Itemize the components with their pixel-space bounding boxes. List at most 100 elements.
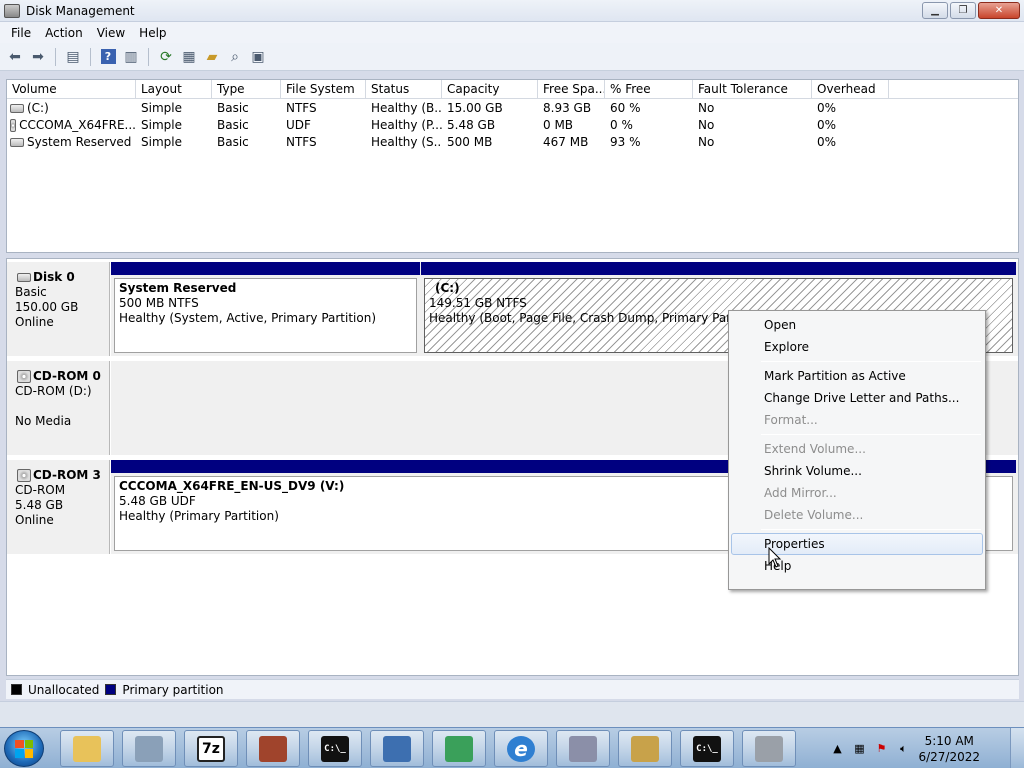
start-button[interactable] — [4, 730, 44, 767]
table-cell: 15.00 GB — [447, 101, 503, 115]
open-button[interactable]: ▰ — [202, 47, 222, 67]
table-cell: Simple — [141, 101, 182, 115]
menu-help[interactable]: Help — [132, 26, 173, 40]
partition-box[interactable]: System Reserved 500 MB NTFS Healthy (Sys… — [114, 278, 417, 353]
rescan-button[interactable]: ▦ — [179, 47, 199, 67]
restore-icon: ❐ — [958, 5, 968, 16]
show-hidden-icons-icon[interactable]: ▲ — [830, 742, 844, 756]
table-row[interactable]: CCCOMA_X64FRE... Simple Basic UDF Healthy (P… — [7, 117, 1018, 134]
volume-icon[interactable]: 🔈︎ — [896, 742, 910, 756]
taskbar-app-download[interactable] — [432, 730, 486, 767]
disk-name: CD-ROM 0 — [33, 369, 101, 383]
restore-button[interactable]: ❐ — [950, 2, 976, 19]
menu-separator — [761, 529, 981, 530]
column-header-free-spa[interactable]: Free Spa... — [538, 80, 605, 99]
menu-file[interactable]: File — [4, 26, 38, 40]
primary-partition-swatch — [105, 684, 117, 695]
table-cell: 5.48 GB — [447, 118, 496, 132]
column-header-overhead[interactable]: Overhead — [812, 80, 889, 99]
column-header-capacity[interactable]: Capacity — [442, 80, 538, 99]
back-button[interactable]: ⬅ — [5, 47, 25, 67]
close-button[interactable]: ✕ — [978, 2, 1020, 19]
action-pane-icon: ▥ — [124, 48, 138, 65]
table-cell: Basic — [217, 135, 249, 149]
folder-open-icon: ▰ — [206, 48, 218, 65]
column-header-status[interactable]: Status — [366, 80, 442, 99]
partition-system-reserved[interactable]: System Reserved 500 MB NTFS Healthy (Sys… — [111, 262, 420, 356]
command-prompt-icon: C:\_ — [693, 735, 721, 762]
taskbar-app-window[interactable] — [556, 730, 610, 767]
show-hide-action-pane-button[interactable]: ▥ — [121, 47, 141, 67]
partition-name: (C:) — [435, 281, 460, 295]
system-tray: ▲ ▦ ⚑ 🔈︎ 5:10 AM 6/27/2022 — [830, 728, 980, 768]
forward-button[interactable]: ➡ — [28, 47, 48, 67]
search-button[interactable]: ⌕ — [225, 47, 245, 67]
disk-utility-icon — [135, 735, 163, 762]
clock[interactable]: 5:10 AM 6/27/2022 — [918, 733, 980, 765]
window-controls: ▁ ❐ ✕ — [922, 2, 1020, 19]
partition-bar — [111, 262, 420, 275]
table-cell: 500 MB — [447, 135, 493, 149]
menu-view[interactable]: View — [90, 26, 132, 40]
menu-item-shrink-volume[interactable]: Shrink Volume... — [731, 460, 983, 482]
taskbar-app-drive[interactable] — [618, 730, 672, 767]
disk-type: Basic — [15, 285, 47, 299]
forward-arrow-icon: ➡ — [32, 48, 44, 65]
taskbar-app-7zip[interactable]: 7z — [184, 730, 238, 767]
column-header-fault-tolerance[interactable]: Fault Tolerance — [693, 80, 812, 99]
menu-separator — [761, 361, 981, 362]
volume-name: System Reserved — [27, 135, 132, 149]
column-header--free[interactable]: % Free — [605, 80, 693, 99]
table-row[interactable]: System Reserved Simple Basic NTFS Healthy (S… — [7, 134, 1018, 151]
show-desktop-button[interactable] — [1010, 728, 1024, 768]
cd-rom-icon — [10, 119, 17, 132]
taskbar-app-diskmgmt[interactable] — [742, 730, 796, 767]
column-header-type[interactable]: Type — [212, 80, 281, 99]
minimize-button[interactable]: ▁ — [922, 2, 948, 19]
windows-logo-icon — [15, 739, 33, 758]
help-button[interactable]: ? — [98, 47, 118, 67]
volume-name-cell: CCCOMA_X64FRE... — [7, 117, 136, 134]
column-header-volume[interactable]: Volume — [7, 80, 136, 99]
table-cell: NTFS — [286, 101, 317, 115]
menu-item-format: Format... — [764, 413, 818, 427]
table-cell: 8.93 GB — [543, 101, 592, 115]
network-icon[interactable]: ▦ — [852, 742, 866, 756]
column-header-file-system[interactable]: File System — [281, 80, 366, 99]
disk-state: Online — [15, 315, 54, 329]
taskbar-app-cmd2[interactable]: C:\_ — [680, 730, 734, 767]
table-cell: 0% — [817, 135, 837, 149]
taskbar: 7z C:\_ e C:\_ ▲ ▦ ⚑ 🔈︎ 5:10 AM 6/27/2022 — [0, 727, 1024, 768]
legend: Unallocated Primary partition — [6, 679, 1019, 699]
menu-item-delete-volume: Delete Volume... — [764, 508, 864, 522]
menu-item-open[interactable]: Open — [731, 314, 983, 336]
show-hide-console-tree-button[interactable]: ▤ — [63, 47, 83, 67]
partition-bar — [421, 262, 1016, 275]
context-menu: Open Explore Mark Partition as Active Chang… — [728, 310, 986, 590]
taskbar-app-media[interactable] — [122, 730, 176, 767]
menu-item-explore[interactable]: Explore — [731, 336, 983, 358]
disk-label-cd-rom-0[interactable]: CD-ROM 0 CD-ROM (D:) No Media — [7, 361, 110, 455]
volume-name-cell: (C:) — [7, 100, 136, 117]
table-row[interactable]: (C:) Simple Basic NTFS Healthy (B... 15.00 GB… — [7, 100, 1018, 117]
taskbar-app-winrar[interactable] — [246, 730, 300, 767]
taskbar-app-computer[interactable] — [370, 730, 424, 767]
disk-label-disk-0[interactable]: Disk 0 Basic 150.00 GB Online — [7, 262, 110, 356]
partition-size: 500 MB NTFS — [119, 296, 199, 310]
column-header-layout[interactable]: Layout — [136, 80, 212, 99]
action-center-icon[interactable]: ⚑ — [874, 742, 888, 756]
menu-action[interactable]: Action — [38, 26, 90, 40]
toolbar: ⬅ ➡ ▤ ? ▥ ⟳ ▦ ▰ ⌕ ▣ — [0, 43, 1024, 71]
menu-separator — [761, 434, 981, 435]
properties-button[interactable]: ▣ — [248, 47, 268, 67]
menu-item-extend-volume: Extend Volume... — [764, 442, 866, 456]
hard-disk-icon — [10, 138, 24, 147]
refresh-button[interactable]: ⟳ — [156, 47, 176, 67]
taskbar-app-ie[interactable]: e — [494, 730, 548, 767]
cd-rom-icon — [17, 469, 31, 482]
taskbar-app-explorer[interactable] — [60, 730, 114, 767]
menu-item-change-drive-letter-and-paths[interactable]: Change Drive Letter and Paths... — [731, 387, 983, 409]
menu-item-mark-partition-as-active[interactable]: Mark Partition as Active — [731, 365, 983, 387]
disk-label-cd-rom-3[interactable]: CD-ROM 3 CD-ROM 5.48 GB Online — [7, 460, 110, 554]
taskbar-app-cmd1[interactable]: C:\_ — [308, 730, 362, 767]
